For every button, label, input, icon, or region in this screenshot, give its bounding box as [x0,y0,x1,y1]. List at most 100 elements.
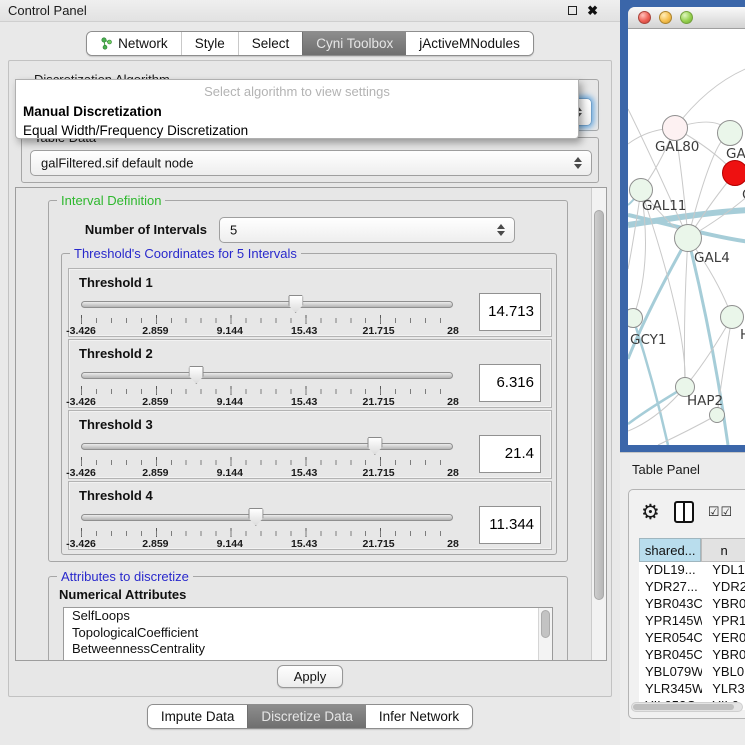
table-data-combobox-value: galFiltered.sif default node [41,156,193,171]
network-node[interactable] [720,305,744,329]
table-cell[interactable]: YER054C [639,630,702,647]
table-cell[interactable]: YLR3 [702,681,745,698]
tab-jactivemnodules[interactable]: jActiveMNodules [406,32,533,55]
network-node-selected[interactable] [722,160,745,186]
number-of-intervals-combobox[interactable]: 5 [219,217,515,243]
table-row[interactable]: YDL19...YDL1 [639,562,745,579]
network-node[interactable] [717,120,743,146]
scrollbar-thumb[interactable] [633,704,734,710]
table-cell[interactable]: YBR0 [702,647,745,664]
table-cell[interactable]: YBR043C [639,596,702,613]
dropdown-prompt: Select algorithm to view settings [16,80,578,102]
slider-track[interactable] [81,443,453,450]
table-panel-title: Table Panel [632,462,700,477]
slider-track[interactable] [81,301,453,308]
network-node-gal80[interactable] [662,115,688,141]
split-columns-icon[interactable] [674,501,694,523]
gear-icon[interactable]: ⚙ [641,502,660,523]
scrollbar-thumb[interactable] [594,210,604,600]
column-header-name[interactable]: n [701,538,745,562]
table-cell[interactable]: YDR2 [702,579,745,596]
threshold-3-slider[interactable]: -3.426 2.859 9.144 15.43 21.715 28 [81,439,453,477]
tab-impute-data[interactable]: Impute Data [148,705,248,728]
settings-scrollbar[interactable] [591,188,606,660]
tick-label: 9.144 [217,538,243,550]
table-row[interactable]: YBL079WYBL0 [639,664,745,681]
threshold-4-value-field[interactable]: 11.344 [479,506,541,544]
table-cell[interactable]: YBR0 [702,596,745,613]
list-item[interactable]: TopologicalCoefficient [64,625,552,642]
slider-ticks [81,528,453,537]
tab-infer-network-label: Infer Network [379,709,459,724]
tick-label: 2.859 [142,538,168,550]
threshold-4-label: Threshold 4 [79,488,153,503]
apply-button[interactable]: Apply [277,665,344,688]
network-window-frame: GAL80 GA C GAL11 GAL4 GCY1 H HAP2 [620,0,745,452]
dropdown-option-manual-discretization[interactable]: Manual Discretization [16,102,578,121]
column-header-shared-name[interactable]: shared... [639,538,701,562]
scrollbar-thumb[interactable] [541,610,550,638]
attributes-group: Attributes to discretize Numerical Attri… [48,576,568,661]
settings-scrollpane: Interval Definition Number of Intervals … [15,187,607,661]
slider-thumb[interactable] [248,508,263,526]
tab-discretize-data[interactable]: Discretize Data [247,705,366,728]
table-cell[interactable]: YDL19... [639,562,702,579]
float-window-icon[interactable] [568,6,577,15]
table-row[interactable]: YLR345WYLR3 [639,681,745,698]
table-data-combobox[interactable]: galFiltered.sif default node [30,150,592,176]
table-cell[interactable]: YER0 [702,630,745,647]
slider-thumb[interactable] [189,366,204,384]
slider-ticks [81,457,453,466]
slider-thumb[interactable] [288,295,303,313]
numerical-attributes-list: SelfLoops TopologicalCoefficient Between… [63,607,553,661]
tick-label: 28 [447,325,459,337]
table-row[interactable]: YDR27...YDR2 [639,579,745,596]
table-cell[interactable]: YBR045C [639,647,702,664]
table-cell[interactable]: YPR1 [702,613,745,630]
close-icon[interactable]: ✖ [587,4,598,17]
tab-cyni-toolbox[interactable]: Cyni Toolbox [302,32,406,55]
list-item[interactable]: BetweennessCentrality [64,641,552,658]
network-canvas[interactable]: GAL80 GA C GAL11 GAL4 GCY1 H HAP2 [628,29,745,445]
checkbox-icons[interactable]: ☑☑ [708,504,733,520]
slider-thumb[interactable] [367,437,382,455]
tick-label: 21.715 [363,325,395,337]
table-row[interactable]: YPR145WYPR1 [639,613,745,630]
table-cell[interactable]: YLR345W [639,681,702,698]
minimize-traffic-light[interactable] [659,11,672,24]
network-window-titlebar[interactable] [628,7,745,29]
table-row[interactable]: YER054CYER0 [639,630,745,647]
close-traffic-light[interactable] [638,11,651,24]
threshold-2-slider[interactable]: -3.426 2.859 9.144 15.43 21.715 28 [81,368,453,406]
network-node[interactable] [709,407,725,423]
network-node-gal4[interactable] [674,224,702,252]
table-row[interactable]: YBR043CYBR0 [639,596,745,613]
tab-select[interactable]: Select [238,32,303,55]
tick-label: -3.426 [66,538,96,550]
threshold-3-value-field[interactable]: 21.4 [479,435,541,473]
tab-style[interactable]: Style [181,32,238,55]
slider-track[interactable] [81,514,453,521]
threshold-1-value-field[interactable]: 14.713 [479,293,541,331]
threshold-4-slider[interactable]: -3.426 2.859 9.144 15.43 21.715 28 [81,510,453,548]
combo-spinner-icon [497,224,505,236]
slider-track[interactable] [81,372,453,379]
table-cell[interactable]: YBL079W [639,664,702,681]
tab-infer-network[interactable]: Infer Network [366,705,472,728]
threshold-2-value-field[interactable]: 6.316 [479,364,541,402]
list-scrollbar[interactable] [538,608,552,661]
table-cell[interactable]: YDL1 [702,562,745,579]
table-row[interactable]: YBR045CYBR0 [639,647,745,664]
slider-ticks [81,386,453,395]
tab-network[interactable]: Network [87,32,181,55]
table-cell[interactable]: YDR27... [639,579,702,596]
threshold-1-slider[interactable]: -3.426 2.859 9.144 15.43 21.715 28 [81,297,453,335]
tab-select-label: Select [252,36,290,51]
zoom-traffic-light[interactable] [680,11,693,24]
table-cell[interactable]: YPR145W [639,613,702,630]
table-cell[interactable]: YBL0 [702,664,745,681]
table-horizontal-scrollbar[interactable] [631,702,743,712]
list-item[interactable]: SelfLoops [64,608,552,625]
dropdown-option-equal-width-frequency[interactable]: Equal Width/Frequency Discretization [16,121,578,140]
table-body: YDL19...YDL1 YDR27...YDR2 YBR043CYBR0 YP… [639,562,745,710]
